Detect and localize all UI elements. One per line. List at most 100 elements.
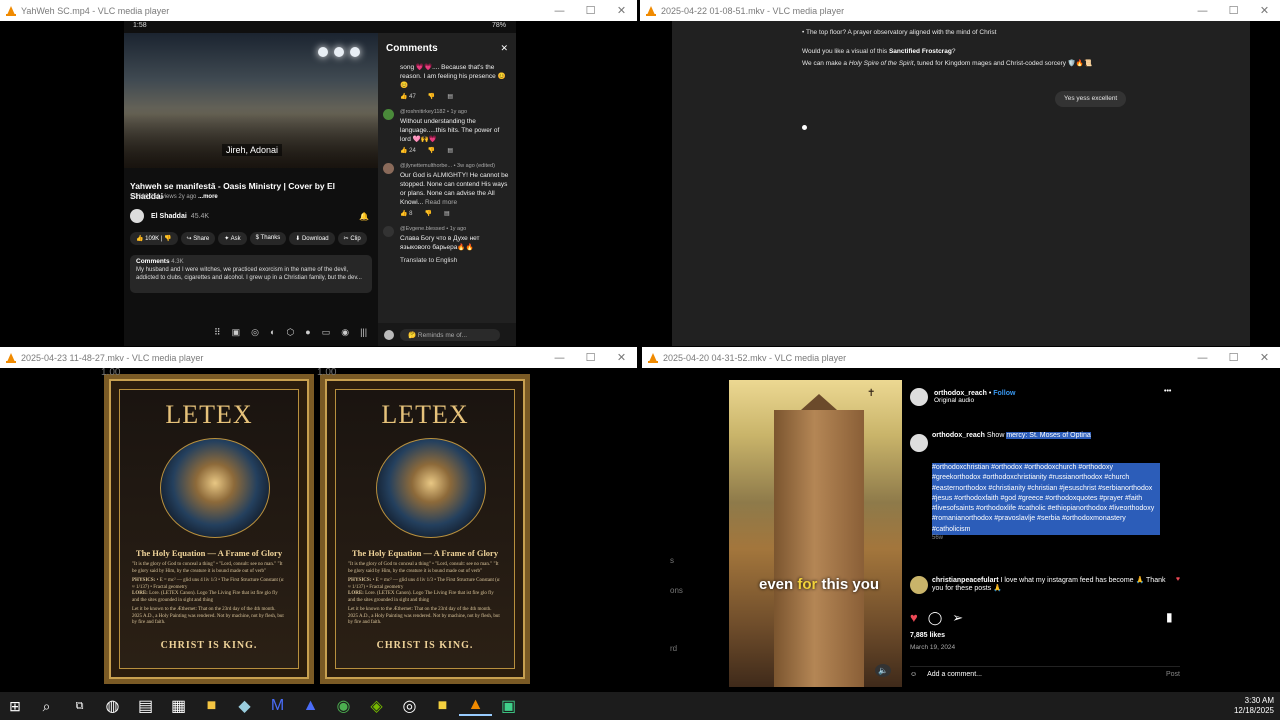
vlc-window-posters[interactable]: 2025-04-23 11-48-27.mkv - VLC media play… — [0, 347, 637, 692]
share-button[interactable]: ↪ Share — [180, 232, 216, 245]
chat-app-icon[interactable]: ● — [305, 327, 310, 338]
bell-icon[interactable]: 🔔 — [359, 212, 369, 221]
close-button[interactable]: ✕ — [606, 351, 637, 364]
heart-small-icon[interactable]: ♥ — [1176, 576, 1180, 594]
dislike-icon[interactable]: 👎 — [424, 210, 431, 219]
account-name[interactable]: orthodox_reach — [934, 390, 987, 397]
download-button[interactable]: ⬇ Download — [289, 232, 335, 245]
comment-user[interactable]: @Evgene.blessed • 1y ago — [400, 225, 510, 234]
app-icon[interactable]: ◎ — [251, 327, 259, 338]
search-icon[interactable]: ⌕ — [30, 698, 63, 715]
follow-button[interactable]: Follow — [993, 390, 1015, 397]
minimize-button[interactable]: — — [544, 351, 575, 364]
emoji-icon[interactable]: ☺ — [910, 671, 917, 678]
avatar[interactable] — [383, 226, 394, 237]
titlebar[interactable]: YahWeh SC.mp4 - VLC media player — ☐ ✕ — [0, 0, 637, 21]
comment-item[interactable]: @jlynettemulthorbe... • 3w ago (edited) … — [378, 162, 516, 219]
dislike-icon[interactable]: 👎 — [428, 147, 435, 156]
maximize-button[interactable]: ☐ — [575, 4, 606, 17]
comment-input[interactable]: 🤔 Reminds me of... — [400, 328, 500, 341]
comment-input[interactable]: Add a comment... — [927, 671, 982, 678]
maximize-button[interactable]: ☐ — [575, 351, 606, 364]
mute-icon[interactable]: 🔈 — [875, 664, 891, 677]
clip-button[interactable]: ✂ Clip — [337, 232, 367, 245]
avatar[interactable] — [910, 434, 928, 452]
app-icon[interactable]: ▦ — [162, 696, 195, 716]
read-more-link[interactable]: Read more — [425, 199, 457, 206]
caption-user[interactable]: orthodox_reach — [932, 432, 985, 439]
close-icon[interactable]: ✕ — [500, 43, 508, 54]
ask-button[interactable]: ✦ Ask — [218, 232, 247, 245]
reply-icon[interactable]: ▤ — [444, 210, 450, 219]
hashtags[interactable]: #orthodoxchristian #orthodox #orthodoxch… — [932, 463, 1160, 536]
comment-item[interactable]: @roshnitirkey1182 • 1y ago Without under… — [378, 108, 516, 156]
bookmark-icon[interactable]: ▮ — [1166, 610, 1173, 624]
vlc-window-instagram[interactable]: 2025-04-20 04-31-52.mkv - VLC media play… — [642, 347, 1280, 692]
channel-name[interactable]: El Shaddai — [151, 213, 187, 220]
minimize-button[interactable]: — — [1187, 351, 1218, 364]
minimize-button[interactable]: — — [544, 4, 575, 17]
close-button[interactable]: ✕ — [1249, 351, 1280, 364]
camera-icon[interactable]: ▭ — [322, 327, 331, 338]
avatar[interactable] — [383, 109, 394, 120]
close-button[interactable]: ✕ — [1249, 4, 1280, 17]
app-icon[interactable]: ◐ — [270, 327, 275, 338]
comment-item[interactable]: song 💗💗.... Because that's the reason. I… — [378, 63, 516, 102]
post-button[interactable]: Post — [1166, 671, 1180, 678]
add-comment-bar[interactable]: 🤔 Reminds me of... — [378, 323, 516, 346]
app-icon[interactable]: ⬡ — [286, 327, 294, 338]
apps-icon[interactable]: ⠿ — [214, 327, 221, 338]
vlc-taskbar-icon[interactable]: ▲ — [459, 696, 492, 716]
more-link[interactable]: ...more — [198, 194, 218, 200]
channel-avatar[interactable] — [130, 209, 144, 223]
comment-user[interactable]: christianpeacefulart — [932, 577, 999, 584]
comment-user[interactable]: @jlynettemulthorbe... • 3w ago (edited) — [400, 162, 510, 171]
like-heart-icon[interactable]: ♥ — [910, 610, 918, 626]
task-view-icon[interactable]: ⧉ — [63, 700, 96, 713]
thanks-button[interactable]: $ Thanks — [249, 232, 287, 245]
app-icon[interactable]: ▣ — [492, 696, 525, 716]
vlc-window-youtube[interactable]: YahWeh SC.mp4 - VLC media player — ☐ ✕ 1… — [0, 0, 637, 346]
like-icon[interactable]: 👍 47 — [400, 93, 416, 102]
avatar[interactable] — [383, 163, 394, 174]
like-button[interactable]: 👍 109K | 👎 — [130, 232, 178, 245]
post-image[interactable]: ✝ even for this you 🔈 — [729, 380, 902, 687]
folder-icon[interactable]: ■ — [195, 697, 228, 715]
reply-icon[interactable]: ▤ — [447, 147, 453, 156]
maximize-button[interactable]: ☐ — [1218, 4, 1249, 17]
more-options-icon[interactable]: ••• — [1164, 388, 1171, 395]
translate-link[interactable]: Translate to English — [400, 256, 510, 265]
comment-icon[interactable]: ◯ — [928, 610, 943, 626]
app-icon[interactable]: ▣ — [232, 327, 241, 338]
comment-user[interactable]: @roshnitirkey1182 • 1y ago — [400, 108, 510, 117]
recents-icon[interactable]: ||| — [360, 327, 367, 338]
avatar[interactable] — [910, 576, 928, 594]
nvidia-icon[interactable]: ◈ — [360, 696, 393, 716]
clock[interactable]: 3:30 AM 12/18/2025 — [1234, 696, 1274, 716]
titlebar[interactable]: 2025-04-22 01-08-51.mkv - VLC media play… — [640, 0, 1280, 21]
minimize-button[interactable]: — — [1187, 4, 1218, 17]
titlebar[interactable]: 2025-04-23 11-48-27.mkv - VLC media play… — [0, 347, 637, 368]
app-icon[interactable]: M — [261, 697, 294, 715]
close-button[interactable]: ✕ — [606, 4, 637, 17]
like-icon[interactable]: 👍 24 — [400, 147, 416, 156]
app-icon[interactable]: ■ — [426, 697, 459, 715]
comments-preview[interactable]: Comments 4.3K My husband and I were witc… — [130, 255, 372, 293]
likes-count[interactable]: 7,885 likes — [910, 632, 945, 639]
app-icon[interactable]: ▤ — [129, 696, 162, 716]
maximize-button[interactable]: ☐ — [1218, 351, 1249, 364]
reply-icon[interactable]: ▤ — [447, 93, 453, 102]
video-player[interactable]: Jireh, Adonai — [124, 33, 378, 168]
titlebar[interactable]: 2025-04-20 04-31-52.mkv - VLC media play… — [642, 347, 1280, 368]
dislike-icon[interactable]: 👎 — [428, 93, 435, 102]
share-icon[interactable]: ➢ — [952, 610, 963, 626]
app-icon[interactable]: ◍ — [96, 696, 129, 716]
start-icon[interactable]: ⊞ — [0, 698, 30, 715]
app-icon[interactable]: ▲ — [294, 697, 327, 715]
comment-item[interactable]: @Evgene.blessed • 1y ago Слава Богу что … — [378, 225, 516, 265]
like-icon[interactable]: 👍 8 — [400, 210, 412, 219]
spotify-icon[interactable]: ◉ — [341, 327, 349, 338]
avatar[interactable] — [910, 388, 928, 406]
app-icon[interactable]: ◆ — [228, 696, 261, 716]
channel-row[interactable]: El Shaddai 45.4K 🔔 — [130, 209, 369, 223]
